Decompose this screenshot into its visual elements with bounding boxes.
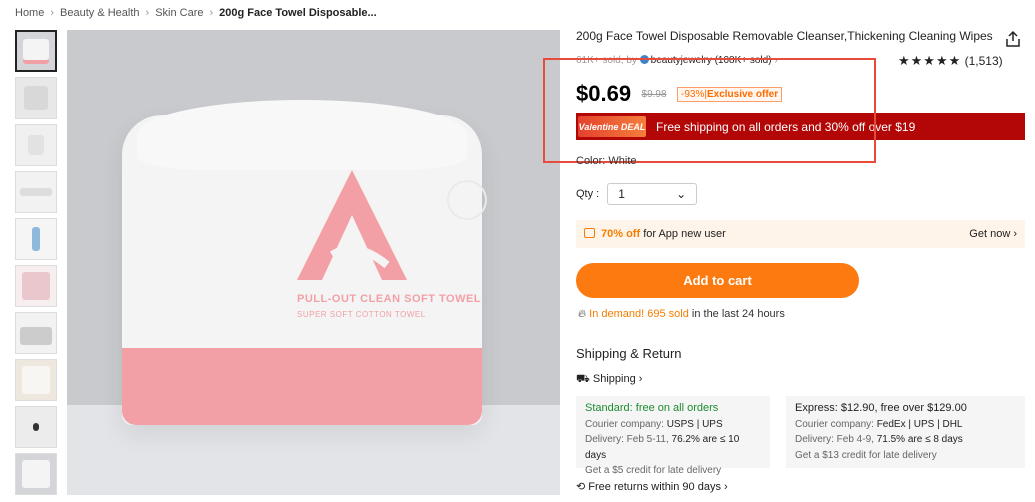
courier-label: Courier company: [585, 418, 664, 430]
return-icon: ⟲ [576, 481, 586, 493]
courier-names: USPS | UPS [666, 418, 723, 430]
get-now-label: Get now [969, 228, 1011, 240]
brand-text-line2: SUPER SOFT COTTON TOWEL [297, 310, 426, 319]
standard-shipping-box[interactable]: Standard: free on all orders Courier com… [576, 396, 770, 476]
thumbnail-10[interactable] [15, 453, 57, 495]
thumbnail-3[interactable] [15, 124, 57, 166]
drawstring [447, 180, 487, 220]
brand-a-logo [297, 170, 407, 280]
delivery-dates: Delivery: Feb 5-11, [585, 434, 669, 445]
thumbnail-8[interactable] [15, 359, 57, 401]
towel-bag-top [137, 100, 467, 170]
get-now-link[interactable]: Get now › [969, 228, 1017, 240]
annotation-highlight-box [543, 58, 876, 163]
free-returns-link[interactable]: ⟲ Free returns within 90 days › [576, 480, 728, 493]
brand-text-line1: PULL-OUT CLEAN SOFT TOWEL [297, 293, 482, 305]
thumbnail-5[interactable] [15, 218, 57, 260]
standard-delivery-row: Delivery: Feb 5-11, 76.2% are ≤ 10 days [585, 432, 761, 463]
product-info: 200g Face Towel Disposable Removable Cle… [576, 28, 1026, 44]
chevron-down-icon: ⌄ [676, 187, 687, 201]
flame-icon: 🔥︎ [578, 308, 587, 320]
thumbnail-4[interactable] [15, 171, 57, 213]
thumbnail-1[interactable] [15, 30, 57, 72]
shipping-return-title: Shipping & Return [576, 346, 682, 361]
app-offer-text: 70% off for App new user [584, 228, 726, 240]
express-delivery-row: Delivery: Feb 4-9, 71.5% are ≤ 8 days [795, 432, 1016, 448]
delivery-pct: 71.5% are ≤ 8 days [876, 434, 963, 445]
truck-icon: ⛟ [576, 373, 590, 385]
coupon-icon [584, 228, 595, 238]
shipping-link[interactable]: ⛟ Shipping › [576, 373, 642, 387]
app-offer-bar[interactable]: 70% off for App new user Get now › [576, 220, 1025, 248]
demand-highlight: In demand! 695 sold [589, 308, 689, 320]
rating[interactable]: ★★★★★ (1,513) [898, 53, 1003, 69]
add-to-cart-button[interactable]: Add to cart [576, 263, 859, 298]
quantity-label: Qty : [576, 188, 600, 200]
express-courier-row: Courier company: FedEx | UPS | DHL [795, 417, 1016, 433]
rating-count: (1,513) [964, 54, 1003, 68]
product-title: 200g Face Towel Disposable Removable Cle… [576, 29, 993, 43]
breadcrumb-skin-care[interactable]: Skin Care [155, 7, 203, 19]
thumbnail-list [15, 30, 57, 500]
share-icon[interactable] [1004, 30, 1022, 48]
standard-shipping-head: Standard: free on all orders [585, 402, 719, 414]
demand-suffix: in the last 24 hours [691, 308, 785, 320]
thumbnail-9[interactable] [15, 406, 57, 448]
quantity-row: Qty : 1 ⌄ [576, 183, 698, 205]
breadcrumb-beauty-health[interactable]: Beauty & Health [60, 7, 140, 19]
breadcrumb-current: 200g Face Towel Disposable... [219, 7, 377, 19]
courier-label: Courier company: [795, 418, 874, 430]
quantity-select[interactable]: 1 ⌄ [607, 183, 698, 205]
star-rating-icon: ★★★★★ [898, 53, 962, 68]
free-returns-label: Free returns within 90 days [588, 481, 721, 493]
app-offer-desc: for App new user [643, 228, 726, 240]
express-shipping-head: Express: $12.90, free over $129.00 [795, 402, 967, 414]
thumbnail-2[interactable] [15, 77, 57, 119]
color-label: Color: White [576, 155, 637, 167]
express-credit: Get a $13 credit for late delivery [795, 449, 937, 461]
delivery-dates: Delivery: Feb 4-9, [795, 434, 874, 445]
standard-courier-row: Courier company: USPS | UPS [585, 417, 761, 433]
courier-names: FedEx | UPS | DHL [876, 418, 963, 430]
app-offer-percent: 70% off [601, 228, 641, 240]
express-shipping-box[interactable]: Express: $12.90, free over $129.00 Couri… [786, 396, 1025, 468]
breadcrumb-separator: › [209, 7, 214, 19]
breadcrumb-separator: › [50, 7, 55, 19]
breadcrumb-separator: › [145, 7, 150, 19]
thumbnail-7[interactable] [15, 312, 57, 354]
breadcrumb-home[interactable]: Home [15, 7, 44, 19]
breadcrumb: Home › Beauty & Health › Skin Care › 200g Face… [15, 7, 377, 19]
main-product-image[interactable]: PULL-OUT CLEAN SOFT TOWEL SUPER SOFT COT… [67, 30, 560, 495]
thumbnail-6[interactable] [15, 265, 57, 307]
standard-credit: Get a $5 credit for late delivery [585, 465, 722, 476]
quantity-value: 1 [618, 187, 625, 201]
demand-info: 🔥︎ In demand! 695 sold in the last 24 ho… [578, 308, 785, 321]
towel-bag-bottom [122, 348, 482, 425]
shipping-link-label: Shipping [592, 373, 636, 385]
